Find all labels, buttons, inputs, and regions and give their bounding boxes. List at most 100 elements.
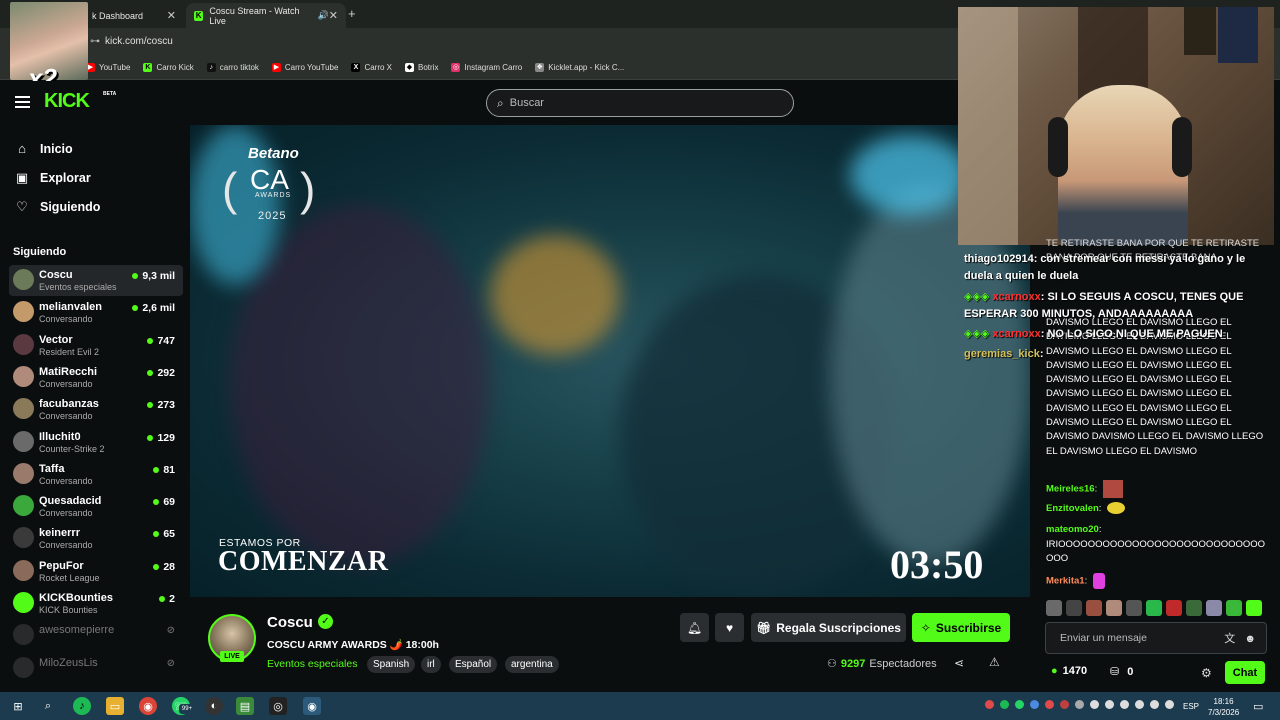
chrome-active-icon[interactable]: ◉ [303, 697, 321, 715]
sidebar-channel[interactable]: Coscu Eventos especiales 9,3 mil [9, 265, 183, 296]
obs-icon[interactable]: ◎ [269, 697, 287, 715]
tray-icon[interactable] [1000, 700, 1009, 709]
new-tab-button[interactable]: + [348, 6, 356, 21]
audio-icon[interactable]: 🔊 [318, 10, 329, 21]
url-text[interactable]: kick.com/coscu [105, 36, 173, 47]
spotify-icon[interactable]: ♪ [73, 697, 91, 715]
sidebar-channel[interactable]: Quesadacid Conversando 69 [9, 491, 183, 522]
emote-icon[interactable] [1206, 600, 1222, 616]
app-icon[interactable]: ◐ [205, 697, 223, 715]
emote-icon[interactable] [1226, 600, 1242, 616]
share-icon[interactable]: ⋖ [954, 656, 964, 670]
sidebar-channel[interactable]: awesomepierre ⊘ [9, 620, 183, 651]
store-icon[interactable]: ▤ [236, 697, 254, 715]
tray-icon[interactable] [1150, 700, 1159, 709]
subscribe-button[interactable]: ✧ Suscribirse [912, 613, 1010, 642]
tag-irl[interactable]: irl [421, 656, 441, 673]
tab-dashboard[interactable]: k Dashboard ✕ [84, 3, 184, 28]
nav-siguiendo[interactable]: ♡ Siguiendo [14, 199, 100, 215]
tray-icon[interactable] [1045, 700, 1054, 709]
tag-spanish[interactable]: Spanish [367, 656, 416, 673]
translate-icon[interactable]: 文 [1224, 633, 1235, 645]
bookmark-item[interactable]: ▶ Carro YouTube [271, 63, 338, 72]
search-input[interactable]: ⌕ Buscar [486, 89, 794, 117]
sidebar-channel[interactable]: melianvalen Conversando 2,6 mil [9, 297, 183, 328]
chat-username[interactable]: Merkita1 [1046, 576, 1085, 587]
tab-coscu-stream[interactable]: K Coscu Stream - Watch Live 🔊 ✕ [186, 3, 346, 28]
sidebar-channel[interactable]: Illuchit0 Counter-Strike 2 129 [9, 427, 183, 458]
bookmark-item[interactable]: ◎ Instagram Carro [451, 63, 522, 72]
chest-counter[interactable]: ⛁ 0 [1110, 665, 1133, 678]
windows-start-icon[interactable]: ⊞ [9, 697, 27, 715]
emote-icon[interactable] [1046, 600, 1062, 616]
gift-subscriptions-button[interactable]: 🎁︎ Regala Suscripciones [751, 613, 906, 642]
emote-icon[interactable] [1186, 600, 1202, 616]
menu-icon[interactable] [15, 96, 30, 111]
sidebar-channel[interactable]: PepuFor Rocket League 28 [9, 556, 183, 587]
emoji-icon[interactable]: ☻ [1244, 633, 1256, 645]
notification-bell-button[interactable]: 🔔︎ [680, 613, 709, 642]
site-info-icon[interactable]: ⊶ [90, 36, 100, 47]
emote-icon[interactable] [1066, 600, 1082, 616]
gear-icon[interactable]: ⚙ [1201, 666, 1212, 680]
emote-icon[interactable] [1126, 600, 1142, 616]
tray-icon[interactable] [1075, 700, 1084, 709]
video-player[interactable] [190, 125, 1030, 597]
stream-category[interactable]: Eventos especiales [267, 658, 357, 670]
tray-icon[interactable] [1090, 700, 1099, 709]
report-icon[interactable]: ⚠ [989, 655, 1000, 669]
sidebar-channel[interactable]: Vector Resident Evil 2 747 [9, 330, 183, 361]
emote-icon[interactable] [1106, 600, 1122, 616]
chat-username[interactable]: xcarnoxx [992, 291, 1040, 303]
tray-icon[interactable] [1030, 700, 1039, 709]
emote-icon[interactable] [1086, 600, 1102, 616]
sidebar-channel[interactable]: MatiRecchi Conversando 292 [9, 362, 183, 393]
bookmark-item[interactable]: ♪ carro tiktok [206, 63, 259, 72]
streamer-name[interactable]: Coscu [267, 614, 313, 631]
chat-username[interactable]: xcarnoxx [992, 328, 1040, 340]
language-indicator[interactable]: ESP [1183, 702, 1199, 711]
sidebar-channel[interactable]: keinerrr Conversando 65 [9, 523, 183, 554]
chat-username[interactable]: Meireles16 [1046, 484, 1095, 495]
taskbar-clock[interactable]: 18:16 7/3/2026 [1208, 696, 1239, 718]
nav-explorar[interactable]: ▣ Explorar [14, 170, 91, 186]
tag-espanol[interactable]: Español [449, 656, 498, 673]
sidebar-channel[interactable]: facubanzas Conversando 273 [9, 394, 183, 425]
follow-heart-button[interactable]: ♥ [715, 613, 744, 642]
tray-icon[interactable] [1120, 700, 1129, 709]
tray-icon[interactable] [1015, 700, 1024, 709]
emote-icon[interactable] [1246, 600, 1262, 616]
tag-argentina[interactable]: argentina [505, 656, 559, 673]
chrome-icon[interactable]: ◉ [139, 697, 157, 715]
sidebar-channel[interactable]: Taffa Conversando 81 [9, 459, 183, 490]
chat-username[interactable]: thiago102914 [964, 253, 1034, 265]
tray-icon[interactable] [1135, 700, 1144, 709]
tray-icon[interactable] [985, 700, 994, 709]
sidebar-channel[interactable]: MiloZeusLis ⊘ [9, 653, 183, 684]
bookmark-item[interactable]: ▶ YouTube [86, 63, 130, 72]
bookmark-item[interactable]: X Carro X [351, 63, 392, 72]
channel-points[interactable]: ● 1470 [1051, 665, 1087, 677]
volume-icon[interactable] [1165, 700, 1174, 709]
file-explorer-icon[interactable]: ▭ [106, 697, 124, 715]
tab-label: k Dashboard [92, 10, 144, 21]
chat-message-input[interactable]: Enviar un mensaje 文 ☻ [1045, 622, 1267, 654]
bookmark-item[interactable]: K Carro Kick [143, 63, 194, 72]
chat-username[interactable]: geremias_kick [964, 348, 1040, 360]
kick-logo[interactable]: KICK [44, 90, 90, 113]
chat-username[interactable]: mateomo20 [1046, 524, 1099, 535]
search-icon[interactable]: ⌕ [39, 697, 57, 715]
notification-center-icon[interactable]: ▭ [1253, 700, 1263, 713]
bookmark-item[interactable]: ◆ Botrix [405, 63, 438, 72]
sidebar-channel[interactable]: KICKBounties KICK Bounties 2 [9, 588, 183, 619]
tray-icon[interactable] [1105, 700, 1114, 709]
close-icon[interactable]: ✕ [167, 9, 176, 22]
bookmark-item[interactable]: ❖ Kicklet.app - Kick C... [535, 63, 624, 72]
close-icon[interactable]: ✕ [329, 9, 338, 22]
nav-inicio[interactable]: ⌂ Inicio [14, 141, 73, 156]
tray-icon[interactable] [1060, 700, 1069, 709]
chat-username[interactable]: Enzitovalen [1046, 503, 1099, 514]
chat-send-button[interactable]: Chat [1225, 661, 1265, 684]
emote-icon[interactable] [1166, 600, 1182, 616]
emote-icon[interactable] [1146, 600, 1162, 616]
